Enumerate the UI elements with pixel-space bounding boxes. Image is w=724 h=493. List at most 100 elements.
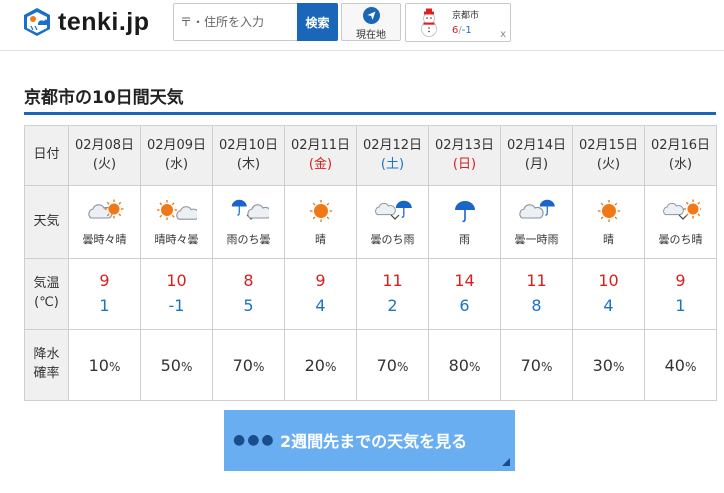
forecast-temperature-cell: 85 bbox=[212, 258, 285, 330]
address-search-input[interactable] bbox=[174, 4, 298, 40]
recent-city-name: 京都市 bbox=[452, 11, 480, 21]
forecast-precipitation-value: 30 bbox=[592, 355, 613, 375]
forecast-low-temp: 2 bbox=[387, 296, 398, 315]
two-week-forecast-label: 2週間先までの天気を見る bbox=[280, 432, 468, 451]
forecast-high-temp: 10 bbox=[598, 271, 619, 291]
cloudy-then-sunny-icon bbox=[662, 199, 701, 220]
forecast-low-temp: 6 bbox=[459, 296, 470, 315]
temperature-header-label: 気温 bbox=[33, 276, 60, 292]
forecast-weather-label: 晴 bbox=[315, 232, 326, 246]
search-button[interactable]: 検索 bbox=[297, 3, 338, 41]
forecast-weather-cell: 曇のち晴 bbox=[644, 185, 717, 259]
forecast-weather-label: 雨のち曇 bbox=[226, 232, 271, 246]
precipitation-header: 降水 確率 bbox=[24, 329, 69, 401]
forecast-day-of-week: (土) bbox=[380, 156, 405, 172]
forecast-low-temp: 8 bbox=[531, 296, 542, 315]
current-location-label: 現在地 bbox=[356, 30, 386, 41]
forecast-date: 02月15日 bbox=[578, 137, 639, 153]
forecast-date: 02月11日 bbox=[290, 137, 351, 153]
forecast-low-temp: 5 bbox=[243, 296, 254, 315]
recent-city-weather[interactable]: 京都市 6/-1 x bbox=[405, 3, 511, 42]
temperature-header-unit: (℃) bbox=[34, 295, 59, 310]
forecast-precipitation-value: 70 bbox=[520, 355, 541, 375]
forecast-precipitation-cell: 40% bbox=[644, 329, 717, 401]
forecast-precipitation-unit: % bbox=[252, 359, 265, 374]
forecast-precipitation-value: 40 bbox=[664, 355, 685, 375]
forecast-date-cell: 02月11日 (金) bbox=[284, 125, 357, 186]
forecast-precipitation-cell: 20% bbox=[284, 329, 357, 401]
forecast-precipitation-value: 70 bbox=[376, 355, 397, 375]
forecast-precipitation-cell: 70% bbox=[356, 329, 429, 401]
forecast-day-of-week: (月) bbox=[524, 156, 549, 172]
logo-text: tenki.jp bbox=[58, 7, 150, 36]
forecast-day-of-week: (水) bbox=[668, 156, 693, 172]
forecast-high-temp: 9 bbox=[675, 271, 686, 291]
sunny-sometimes-cloudy-icon bbox=[156, 199, 197, 220]
date-row: 日付 02月08日 (火) 02月09日 (水) 02月10日 (木) 02月11日 (金) 0… bbox=[24, 125, 717, 186]
forecast-date-cell: 02月14日 (月) bbox=[500, 125, 573, 186]
precipitation-header-label-2: 確率 bbox=[33, 366, 60, 381]
forecast-date-cell: 02月08日 (火) bbox=[68, 125, 141, 186]
header-divider bbox=[0, 50, 724, 51]
forecast-precipitation-cell: 50% bbox=[140, 329, 213, 401]
forecast-day-of-week: (日) bbox=[452, 156, 477, 172]
forecast-weather-label: 曇のち雨 bbox=[370, 232, 415, 246]
forecast-weather-label: 曇一時雨 bbox=[514, 232, 559, 246]
forecast-temperature-cell: 91 bbox=[644, 258, 717, 330]
forecast-date-cell: 02月16日 (水) bbox=[644, 125, 717, 186]
recent-city-close-button[interactable]: x bbox=[500, 29, 506, 40]
forecast-date-cell: 02月09日 (水) bbox=[140, 125, 213, 186]
forecast-date: 02月12日 bbox=[362, 137, 423, 153]
site-header: tenki.jp 検索 現在地 京都市 6/-1 x bbox=[0, 0, 724, 50]
forecast-temperature-cell: 11 8 bbox=[500, 258, 573, 330]
precipitation-header-label-1: 降水 bbox=[33, 347, 60, 363]
forecast-temperature-cell: 14 6 bbox=[428, 258, 501, 330]
forecast-low-temp: 1 bbox=[675, 296, 686, 315]
forecast-temperature-cell: 10 -1 bbox=[140, 258, 213, 330]
forecast-weather-label: 曇時々晴 bbox=[82, 232, 127, 246]
cloudy-temporarily-rain-icon bbox=[518, 199, 555, 219]
forecast-precipitation-value: 20 bbox=[304, 355, 325, 375]
forecast-low-temp: 4 bbox=[315, 296, 326, 315]
two-week-forecast-button[interactable]: ●●● 2週間先までの天気を見る bbox=[224, 410, 515, 471]
forecast-weather-label: 曇のち晴 bbox=[658, 232, 703, 246]
forecast-weather-label: 晴 bbox=[603, 232, 614, 246]
forecast-high-temp: 11 bbox=[382, 271, 403, 291]
date-header: 日付 bbox=[24, 125, 69, 186]
forecast-high-temp: 9 bbox=[315, 271, 326, 291]
cloudy-then-rain-icon bbox=[374, 200, 412, 220]
forecast-precipitation-unit: % bbox=[324, 359, 337, 374]
forecast-precipitation-value: 70 bbox=[232, 355, 253, 375]
forecast-weather-cell: 曇時々晴 bbox=[68, 185, 141, 259]
weather-row: 天気 曇時々晴 晴時々曇 雨のち曇 晴 曇のち雨 雨 曇一時雨 晴 曇のち晴 bbox=[24, 185, 717, 259]
temperature-row: 気温 (℃) 9 1 10 -1 8 5 9 4 11 2 14 6 11 8 10 4 9 1 bbox=[24, 258, 717, 330]
recent-city-temps: 6/-1 bbox=[452, 25, 472, 36]
forecast-precipitation-value: 50 bbox=[160, 355, 181, 375]
temperature-header: 気温 (℃) bbox=[24, 258, 69, 330]
location-arrow-icon bbox=[363, 7, 380, 24]
forecast-date: 02月10日 bbox=[218, 137, 279, 153]
forecast-day-of-week: (火) bbox=[92, 156, 117, 172]
forecast-precipitation-unit: % bbox=[684, 359, 697, 374]
forecast-temperature-cell: 10 4 bbox=[572, 258, 645, 330]
forecast-precipitation-unit: % bbox=[540, 359, 553, 374]
forecast-high-temp: 8 bbox=[243, 271, 254, 291]
forecast-precipitation-cell: 10% bbox=[68, 329, 141, 401]
forecast-day-of-week: (水) bbox=[164, 156, 189, 172]
forecast-weather-label: 雨 bbox=[459, 232, 470, 246]
corner-arrow-icon bbox=[502, 458, 510, 466]
precipitation-row: 降水 確率 10% 50% 70% 20% 70% 80% 70% 30% 40% bbox=[24, 329, 717, 401]
forecast-date: 02月16日 bbox=[650, 137, 711, 153]
forecast-high-temp: 9 bbox=[99, 271, 110, 291]
forecast-precipitation-cell: 70% bbox=[212, 329, 285, 401]
current-location-button[interactable]: 現在地 bbox=[341, 3, 401, 41]
forecast-date: 02月08日 bbox=[74, 137, 135, 153]
recent-city-low: -1 bbox=[461, 25, 472, 36]
forecast-weather-cell: 晴 bbox=[572, 185, 645, 259]
forecast-precipitation-unit: % bbox=[396, 359, 409, 374]
forecast-day-of-week: (木) bbox=[236, 156, 261, 172]
page-title: 京都市の10日間天気 bbox=[24, 88, 184, 108]
site-logo[interactable]: tenki.jp bbox=[22, 5, 150, 39]
forecast-day-of-week: (火) bbox=[596, 156, 621, 172]
forecast-weather-cell: 晴時々曇 bbox=[140, 185, 213, 259]
